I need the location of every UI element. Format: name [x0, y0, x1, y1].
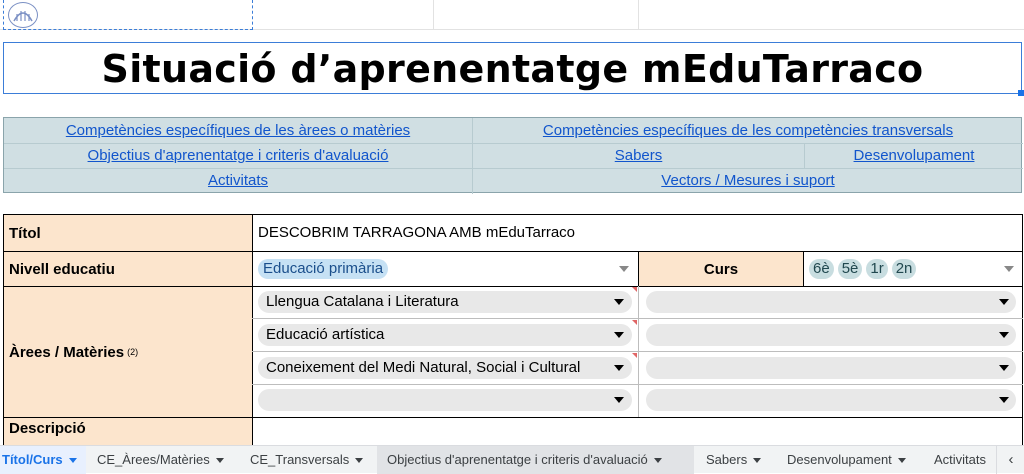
link-desenvolupament[interactable]: Desenvolupament — [805, 144, 1023, 168]
arees-note: (2) — [127, 347, 139, 357]
grid-line — [433, 0, 434, 30]
tab-label: Sabers — [706, 452, 748, 467]
navigation-links-table: Competències específiques de les àrees o… — [3, 117, 1023, 194]
dropdown-arrow-icon — [999, 397, 1009, 403]
curs-chip: 6è — [809, 259, 834, 279]
area-dropdown-2[interactable]: Educació artística — [258, 324, 632, 346]
dropdown-arrow-icon — [999, 365, 1009, 371]
logo-cell[interactable] — [3, 0, 253, 30]
tab-caret-icon[interactable] — [215, 458, 224, 464]
nivell-label: Nivell educatiu — [3, 251, 252, 287]
tab-label: CE_Àrees/Matèries — [97, 452, 210, 467]
link-sabers[interactable]: Sabers — [473, 144, 804, 168]
tab-desenvolupament[interactable]: Desenvolupament — [781, 446, 912, 474]
dropdown-arrow-icon[interactable] — [619, 266, 629, 272]
area-dropdown-empty[interactable] — [646, 357, 1016, 379]
link-competencies-arees[interactable]: Competències específiques de les àrees o… — [4, 119, 472, 143]
page-title-cell[interactable]: Situació d’aprenentatge mEduTarraco — [3, 42, 1022, 94]
area-value: Educació artística — [266, 326, 385, 343]
dropdown-arrow-icon — [614, 365, 624, 371]
comment-marker — [632, 287, 637, 292]
dropdown-arrow-icon — [614, 332, 624, 338]
tab-sabers[interactable]: Sabers — [700, 446, 767, 474]
tab-label: Activitats — [934, 452, 987, 467]
tab-activitats[interactable]: Activitats — [928, 446, 1006, 474]
curs-chip: 2n — [891, 259, 917, 279]
area-dropdown-empty[interactable] — [646, 389, 1016, 411]
tab-label: Objectius d'aprenentatge i criteris d'av… — [387, 452, 648, 467]
tab-caret-icon[interactable] — [897, 458, 906, 464]
comment-marker — [632, 320, 637, 325]
tab-ce-transversals[interactable]: CE_Transversals — [244, 446, 369, 474]
curs-chip: 5è — [837, 259, 863, 279]
area-dropdown-empty[interactable] — [646, 291, 1016, 313]
curs-label: Curs — [638, 251, 804, 287]
area-dropdown-1[interactable]: Llengua Catalana i Literatura — [258, 291, 632, 313]
nivell-chip: Educació primària — [258, 259, 389, 279]
titol-label: Títol — [3, 214, 252, 252]
area-value: Llengua Catalana i Literatura — [266, 293, 459, 310]
tab-label: Desenvolupament — [787, 452, 892, 467]
arees-label-text: Àrees / Matèries — [9, 343, 125, 361]
arees-label: Àrees / Matèries (2) — [3, 286, 252, 418]
area-dropdown-3[interactable]: Coneixement del Medi Natural, Social i C… — [258, 357, 632, 379]
dropdown-arrow-icon — [999, 299, 1009, 305]
titol-value[interactable]: DESCOBRIM TARRAGONA AMB mEduTarraco — [252, 214, 1023, 252]
tab-label: CE_Transversals — [250, 452, 350, 467]
link-activitats[interactable]: Activitats — [4, 169, 472, 193]
curs-dropdown[interactable]: 6è 5è 1r 2n — [803, 251, 1023, 287]
tab-objectius[interactable]: Objectius d'aprenentatge i criteris d'av… — [377, 446, 694, 474]
tab-label: Títol/Curs — [2, 452, 63, 467]
curs-chip: 1r — [866, 259, 888, 279]
logo-emblem — [8, 2, 38, 28]
link-vectors[interactable]: Vectors / Mesures i suport — [473, 169, 1023, 193]
page-title: Situació d’aprenentatge mEduTarraco — [101, 47, 924, 91]
nivell-dropdown[interactable]: Educació primària — [252, 251, 639, 287]
area-value: Coneixement del Medi Natural, Social i C… — [266, 359, 581, 376]
descripcio-value[interactable] — [252, 417, 1023, 447]
comment-marker — [632, 353, 637, 358]
selection-handle[interactable] — [1018, 90, 1024, 96]
tab-titol-curs[interactable]: Títol/Curs — [0, 446, 86, 474]
link-competencies-transversals[interactable]: Competències específiques de les competè… — [473, 119, 1023, 143]
tab-caret-icon[interactable] — [653, 458, 662, 464]
dropdown-arrow-icon — [614, 299, 624, 305]
dropdown-arrow-icon — [614, 397, 624, 403]
dropdown-arrow-icon — [999, 332, 1009, 338]
tab-ce-arees[interactable]: CE_Àrees/Matèries — [91, 446, 230, 474]
descripcio-label: Descripció — [3, 417, 252, 447]
tab-caret-icon[interactable] — [753, 458, 762, 464]
sheet-tabs-bar: Títol/Curs CE_Àrees/Matèries CE_Transver… — [0, 445, 1024, 474]
tab-caret-icon[interactable] — [355, 458, 364, 464]
link-objectius[interactable]: Objectius d'aprenentatge i criteris d'av… — [4, 144, 472, 168]
grid-line — [638, 0, 639, 30]
area-dropdown-empty[interactable] — [646, 324, 1016, 346]
scroll-left-icon[interactable]: ‹ — [996, 446, 1024, 474]
tab-caret-icon[interactable] — [68, 458, 77, 464]
dropdown-arrow-icon[interactable] — [1004, 266, 1014, 272]
area-dropdown-4[interactable] — [258, 389, 632, 411]
